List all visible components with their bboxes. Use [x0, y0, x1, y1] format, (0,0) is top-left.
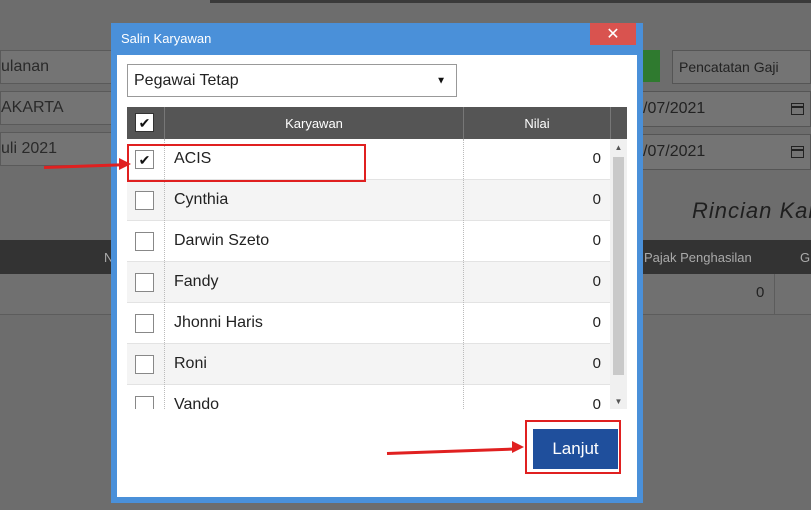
employee-name: Vando [174, 396, 220, 409]
bg-col-separator [774, 274, 775, 314]
location-field: AKARTA [0, 91, 112, 125]
table-row[interactable]: Roni 0 [127, 344, 610, 385]
employee-type-value: Pegawai Tetap [134, 71, 239, 89]
dialog-title: Salin Karyawan [121, 31, 212, 46]
start-date-field: /07/2021 [636, 91, 811, 127]
annotation-arrow-head [119, 158, 131, 170]
row-checkbox[interactable] [135, 232, 154, 251]
start-date-text: /07/2021 [643, 100, 706, 117]
employee-value: 0 [592, 191, 601, 208]
period-text: ulanan [1, 58, 50, 75]
employee-type-dropdown[interactable]: Pegawai Tetap ▼ [127, 64, 457, 97]
check-icon: ✔ [138, 114, 151, 131]
scrollbar-thumb[interactable] [613, 157, 624, 375]
column-header-karyawan[interactable]: Karyawan [165, 107, 463, 139]
employee-value: 0 [592, 314, 601, 331]
month-field: uli 2021 [0, 132, 112, 166]
employee-name: Roni [174, 355, 207, 372]
month-text: uli 2021 [1, 140, 58, 157]
row-checkbox[interactable] [135, 273, 154, 292]
employee-name: Fandy [174, 273, 219, 290]
row-checkbox[interactable] [135, 355, 154, 374]
table-row[interactable]: Vando 0 [127, 385, 610, 409]
employee-value: 0 [592, 150, 601, 167]
calendar-icon [791, 103, 804, 115]
bg-col-g: G [800, 250, 811, 265]
table-row[interactable]: Cynthia 0 [127, 180, 610, 221]
employee-name: Cynthia [174, 191, 229, 208]
employee-name: Jhonni Haris [174, 314, 263, 331]
section-heading: Rincian Kary [692, 198, 811, 223]
header-separator [610, 107, 611, 139]
table-row[interactable]: Darwin Szeto 0 [127, 221, 610, 262]
close-button[interactable]: ✕ [590, 23, 636, 45]
row-checkbox[interactable] [135, 396, 154, 409]
calendar-icon [791, 146, 804, 158]
bg-row-value: 0 [756, 284, 765, 301]
record-type-select: Pencatatan Gaji [672, 50, 811, 84]
table-row[interactable]: Fandy 0 [127, 262, 610, 303]
column-separator [463, 139, 464, 409]
record-type-label: Pencatatan Gaji [679, 59, 779, 75]
close-icon: ✕ [606, 26, 620, 43]
select-all-checkbox[interactable]: ✔ [135, 113, 154, 132]
row-checkbox[interactable] [135, 191, 154, 210]
scroll-up-icon[interactable]: ▲ [610, 139, 627, 155]
grid-header: ✔ Karyawan Nilai [127, 107, 627, 139]
highlight-box-first-row [127, 144, 366, 182]
scroll-down-icon[interactable]: ▼ [610, 393, 627, 409]
top-border [210, 0, 811, 3]
end-date-text: /07/2021 [643, 143, 706, 160]
annotation-arrow-head [512, 441, 524, 453]
employee-value: 0 [592, 232, 601, 249]
table-row[interactable]: Jhonni Haris 0 [127, 303, 610, 344]
employee-value: 0 [592, 355, 601, 372]
employee-name: Darwin Szeto [174, 232, 270, 249]
end-date-field: /07/2021 [636, 134, 811, 170]
grid-scrollbar[interactable]: ▲ ▼ [610, 139, 627, 409]
location-text: AKARTA [1, 99, 64, 116]
row-checkbox[interactable] [135, 314, 154, 333]
employee-value: 0 [592, 273, 601, 290]
employee-value: 0 [592, 396, 601, 409]
bg-col-tax: Pajak Penghasilan [644, 250, 752, 265]
column-header-nilai[interactable]: Nilai [464, 107, 610, 139]
dropdown-arrow-icon: ▼ [436, 75, 446, 86]
period-field: ulanan [0, 50, 112, 84]
highlight-box-continue [525, 420, 621, 474]
